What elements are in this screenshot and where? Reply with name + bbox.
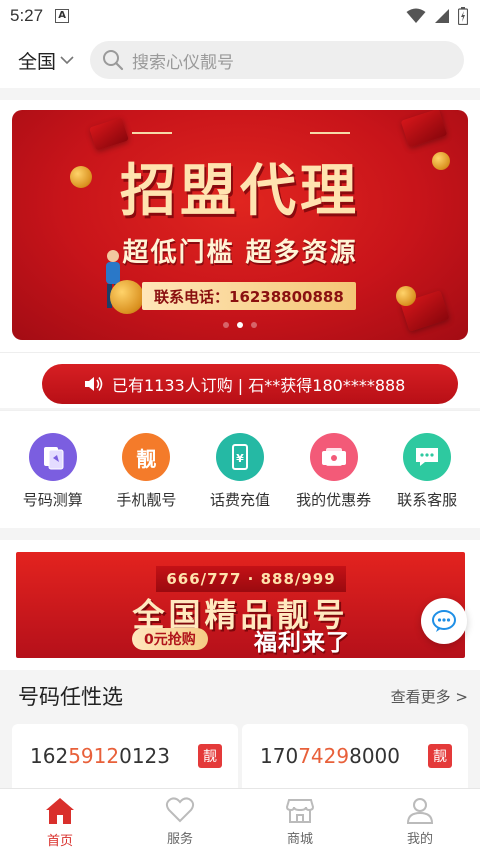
home-icon (46, 798, 74, 824)
menu-label: 话费充值 (209, 491, 270, 509)
chat-service-icon (403, 433, 452, 481)
order-notice-marquee[interactable]: 已有1133人订购 | 石**获得180****888 (42, 364, 458, 404)
number-section-header: 号码任性选 查看更多 > (0, 670, 480, 722)
phone-number: 17074298000 (260, 744, 400, 768)
banner-deco-line (132, 132, 172, 134)
banner-section: 招盟代理 超低门槛 超多资源 联系电话：16238800888 (0, 100, 480, 352)
big-coin-decoration (110, 280, 144, 314)
agent-recruit-banner[interactable]: 招盟代理 超低门槛 超多资源 联系电话：16238800888 (12, 110, 468, 340)
menu-label: 联系客服 (397, 491, 458, 509)
banner-title: 招盟代理 (120, 158, 360, 224)
tab-label: 商城 (286, 832, 313, 847)
search-placeholder: 搜索心仪靓号 (132, 52, 234, 73)
view-more-link[interactable]: 查看更多 > (391, 686, 468, 707)
speaker-icon (84, 375, 104, 393)
notice-section: 已有1133人订购 | 石**获得180****888 (0, 352, 480, 408)
user-icon (406, 798, 434, 824)
section-title: 号码任性选 (18, 685, 123, 709)
menu-item-lucky-number[interactable]: 靓 手机靓号 (102, 433, 190, 510)
quick-menu: 号码测算 靓 手机靓号 ¥ 话费充值 我的优惠券 联系客服 (0, 410, 480, 528)
search-icon (103, 50, 124, 71)
liang-tag: 靓 (428, 744, 452, 768)
region-selector[interactable]: 全国 (18, 47, 90, 74)
signal-icon (435, 9, 449, 23)
store-icon (285, 799, 315, 823)
liang-icon: 靓 (122, 433, 171, 481)
promo-ribbon: 666/777 · 888/999 (156, 566, 346, 592)
phone-number: 16259120123 (30, 744, 170, 768)
red-envelope-decoration (400, 110, 448, 148)
tab-label: 我的 (406, 832, 433, 847)
search-header: 全国 搜索心仪靓号 (0, 32, 480, 88)
menu-label: 我的优惠券 (296, 491, 372, 509)
banner-pagination (12, 322, 468, 328)
tab-store[interactable]: 商城 (240, 789, 360, 853)
wifi-icon (406, 8, 426, 23)
banner-dot-active[interactable] (237, 322, 243, 328)
banner-phone: 联系电话：16238800888 (142, 282, 356, 310)
menu-label: 号码测算 (22, 491, 83, 509)
tab-service[interactable]: 服务 (120, 789, 240, 853)
calculator-card-icon (28, 433, 77, 481)
liang-tag: 靓 (198, 744, 222, 768)
promo-slogan: 福利来了 (254, 630, 350, 656)
number-list: 16259120123 靓 17074298000 靓 (12, 724, 468, 788)
notice-text: 已有1133人订购 | 石**获得180****888 (112, 376, 406, 395)
banner-dot[interactable] (223, 322, 229, 328)
heart-icon (165, 797, 195, 823)
menu-item-coupons[interactable]: 我的优惠券 (290, 433, 378, 510)
tab-label: 首页 (46, 834, 73, 849)
svg-text:¥: ¥ (236, 452, 244, 465)
banner-dot[interactable] (251, 322, 257, 328)
chevron-down-icon (60, 56, 74, 65)
number-card[interactable]: 16259120123 靓 (12, 724, 238, 788)
coin-decoration (396, 286, 416, 306)
tab-mine[interactable]: 我的 (360, 789, 480, 853)
banner-deco-line (310, 132, 350, 134)
status-time: 5:27 (10, 6, 44, 25)
menu-item-customer-service[interactable]: 联系客服 (383, 433, 471, 510)
search-input[interactable]: 搜索心仪靓号 (90, 41, 464, 79)
tab-home[interactable]: 首页 (0, 789, 120, 853)
promo-section: 666/777 · 888/999 全国精品靓号 0元抢购 福利来了 (0, 540, 480, 670)
premium-number-banner[interactable]: 666/777 · 888/999 全国精品靓号 0元抢购 福利来了 (16, 552, 465, 658)
region-label: 全国 (18, 50, 57, 73)
number-card[interactable]: 17074298000 靓 (242, 724, 468, 788)
notification-a-icon: A (55, 9, 70, 23)
promo-title: 全国精品靓号 (132, 596, 349, 634)
menu-item-number-calc[interactable]: 号码测算 (9, 433, 97, 510)
tab-label: 服务 (166, 832, 193, 847)
menu-item-recharge[interactable]: ¥ 话费充值 (196, 433, 284, 510)
status-bar: 5:27 A (0, 0, 480, 32)
menu-label: 手机靓号 (116, 491, 177, 509)
status-icons (406, 7, 468, 25)
coupon-icon (309, 433, 358, 481)
banner-subtitle: 超低门槛 超多资源 (122, 238, 358, 268)
chat-bubble-icon (432, 610, 456, 632)
battery-icon (458, 7, 468, 25)
floating-chat-button[interactable] (421, 598, 467, 644)
phone-recharge-icon: ¥ (215, 433, 264, 481)
free-grab-button[interactable]: 0元抢购 (132, 628, 208, 650)
bottom-tab-bar: 首页 服务 商城 我的 (0, 788, 480, 853)
